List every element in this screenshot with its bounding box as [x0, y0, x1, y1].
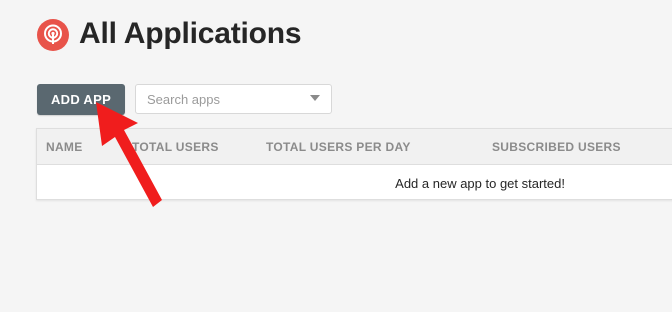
chevron-down-icon[interactable] — [310, 95, 320, 101]
table-header: NAME TOTAL USERS TOTAL USERS PER DAY SUB… — [37, 129, 672, 165]
search-placeholder: Search apps — [147, 92, 220, 107]
app-logo — [37, 19, 69, 51]
column-header-name[interactable]: NAME — [46, 140, 83, 154]
column-header-subscribed-users[interactable]: SUBSCRIBED USERS — [492, 140, 621, 154]
page-title: All Applications — [79, 17, 302, 50]
broadcast-icon — [44, 24, 62, 44]
apps-table: NAME TOTAL USERS TOTAL USERS PER DAY SUB… — [36, 128, 672, 200]
column-header-total-users-per-day[interactable]: TOTAL USERS PER DAY — [266, 140, 411, 154]
add-app-button[interactable]: ADD APP — [37, 84, 125, 115]
column-header-total-users[interactable]: TOTAL USERS — [132, 140, 219, 154]
empty-state-message: Add a new app to get started! — [395, 176, 565, 191]
search-apps-select[interactable]: Search apps — [135, 84, 332, 114]
